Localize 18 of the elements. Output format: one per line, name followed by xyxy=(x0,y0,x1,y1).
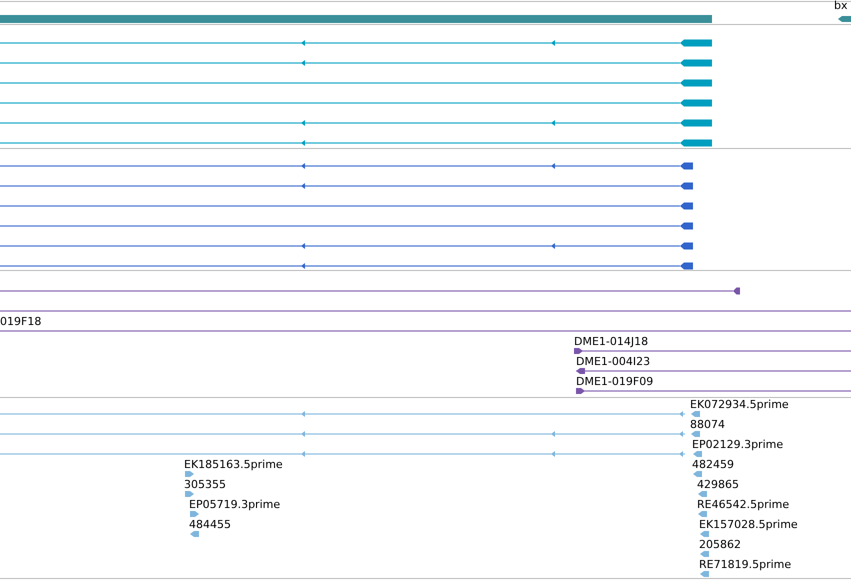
feature-label: 484455 xyxy=(189,518,231,531)
feature-label: RE46542.5prime xyxy=(697,498,790,511)
feature-label: bx xyxy=(834,0,848,12)
feature-label: EK185163.5prime xyxy=(184,458,283,471)
feature-label: RE71819.5prime xyxy=(699,558,792,571)
feature-label: EK072934.5prime xyxy=(690,398,789,411)
feature-label: EP02129.3prime xyxy=(692,438,784,451)
feature-label: 205862 xyxy=(699,538,741,551)
feature-label: 88074 xyxy=(690,418,725,431)
feature-label: 482459 xyxy=(692,458,734,471)
feature-label: DME1-019F09 xyxy=(576,375,654,388)
feature-label: DME1-004I23 xyxy=(576,355,650,368)
feature-label: 429865 xyxy=(697,478,739,491)
feature-label: 019F18 xyxy=(0,315,42,328)
feature-label: EP05719.3prime xyxy=(189,498,280,511)
feature-label: DME1-014J18 xyxy=(574,335,648,348)
feature-label: 305355 xyxy=(184,478,226,491)
feature-label: EK157028.5prime xyxy=(699,518,798,531)
